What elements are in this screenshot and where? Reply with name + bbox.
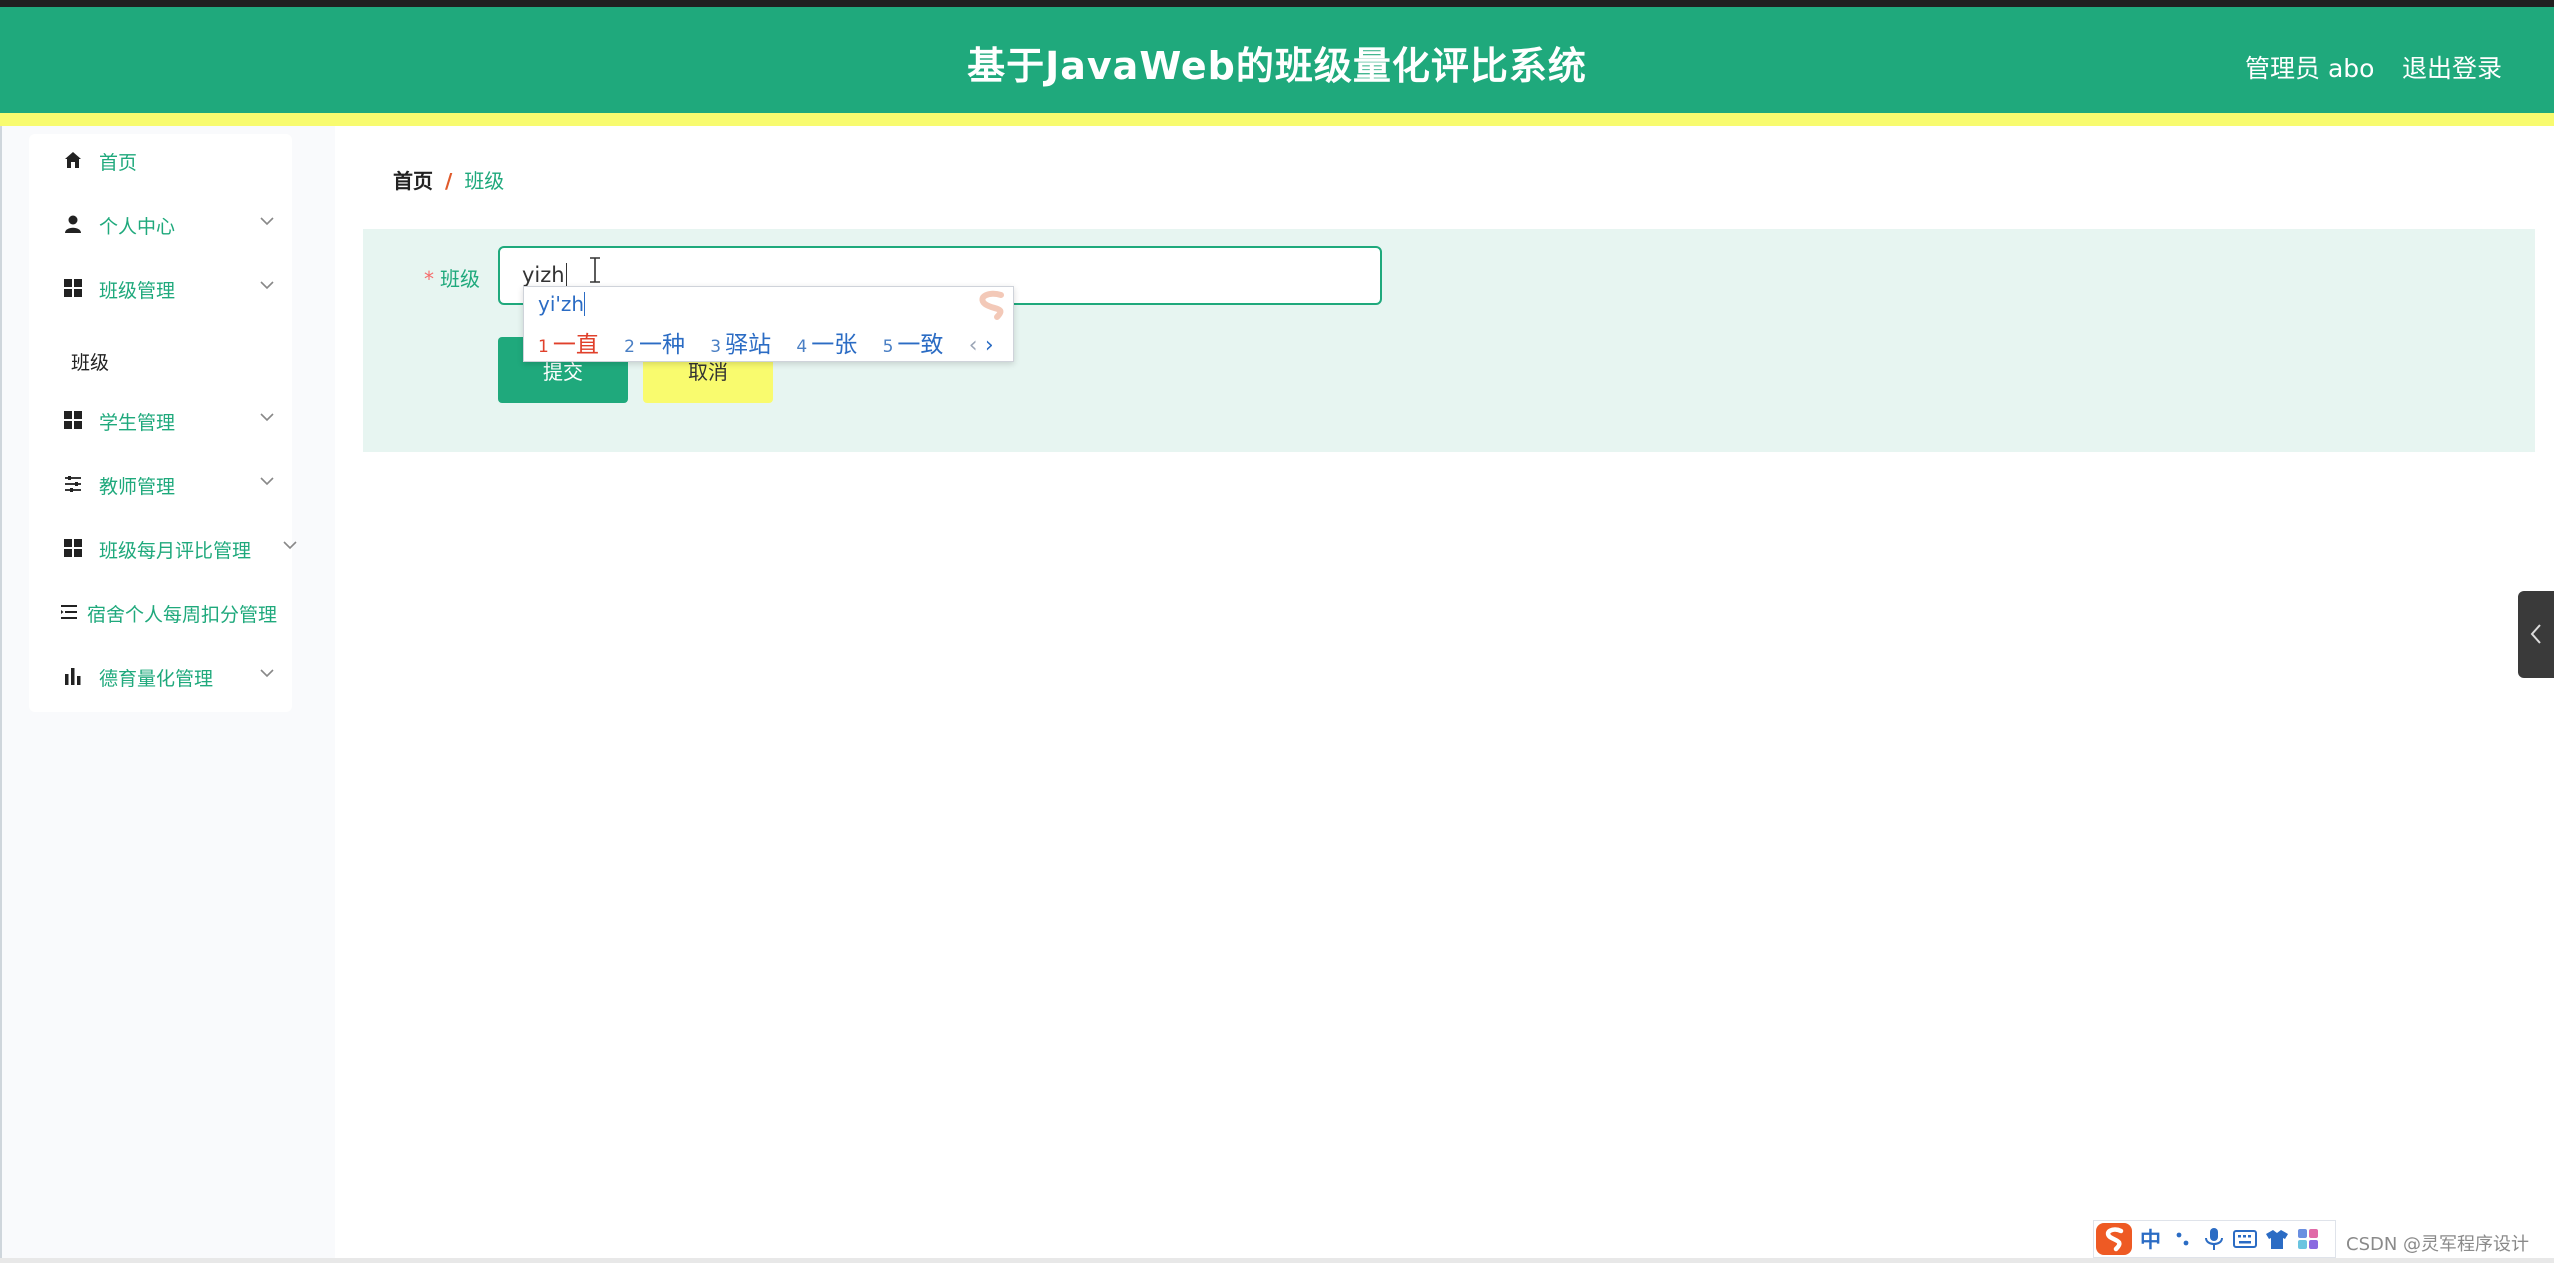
ime-status-toolbar: 中 [2093,1220,2336,1258]
required-mark: * [424,267,434,291]
sidebar-item-home[interactable]: 首页 [29,134,292,186]
sogou-watermark-icon [979,290,1004,320]
user-icon [65,215,81,233]
ime-caret [584,292,586,316]
csdn-watermark: CSDN @灵军程序设计 [2346,1234,2530,1255]
ime-candidate-list: 1 一直 2 一种 3 驿站 4 一张 5 一致 ‹ › [538,325,994,359]
sidebar-item-label: 宿舍个人每周扣分管理 [87,604,278,626]
window-top-strip [0,0,2554,7]
sidebar-item-teacher-management[interactable]: 教师管理 [29,458,292,510]
breadcrumb: 首页 / 班级 [393,165,504,194]
sidebar-item-label: 班级每月评比管理 [99,540,252,562]
sidebar-item-label: 德育量化管理 [99,668,214,690]
ime-candidate-text: 一致 [897,332,944,358]
ime-candidate-popup: yi'zh 1 一直 2 一种 3 驿站 4 一张 5 一致 ‹ › [523,286,1014,362]
sidebar-subitem-class[interactable]: 班级 [71,348,109,375]
sidebar-item-moral-quantification[interactable]: 德育量化管理 [29,650,292,702]
ime-mode-indicator[interactable]: 中 [2140,1224,2161,1254]
sidebar: 首页 个人中心 班级管理 班级 学生管理 教师管理 班级每月评比管理 宿舍个人每… [0,126,335,1263]
ime-candidate-number: 5 [882,337,894,357]
sidebar-item-label: 个人中心 [99,216,176,238]
ime-candidate-text: 一张 [811,332,858,358]
ime-pinyin-text: yi'zh [538,292,585,316]
ime-candidate-number: 2 [624,337,635,357]
ime-candidate-text: 驿站 [725,332,772,358]
class-input-value: yizh [522,263,565,287]
grid-icon [64,539,82,557]
ime-candidate-text: 一种 [638,332,685,358]
sidebar-item-dorm-deduction[interactable]: 宿舍个人每周扣分管理 [29,586,292,638]
ime-pinyin: yi'zh [538,292,586,316]
ime-candidate-3[interactable]: 3 驿站 [710,332,771,358]
ime-candidate-1[interactable]: 1 一直 [538,332,599,358]
sidebar-item-label: 班级管理 [99,280,176,302]
sidebar-item-label: 教师管理 [99,476,176,498]
chevron-down-icon [260,477,274,486]
sidebar-item-label: 首页 [99,152,138,174]
text-caret [565,263,567,287]
class-field-label-text: 班级 [440,267,480,291]
grid-icon [64,279,82,297]
chevron-left-icon [2530,624,2541,644]
chevron-down-icon [283,541,297,550]
breadcrumb-home[interactable]: 首页 [393,169,433,193]
current-user-label: 管理员 abo [2245,54,2375,83]
sidebar-item-monthly-evaluation[interactable]: 班级每月评比管理 [29,522,297,574]
chevron-down-icon [260,669,274,678]
home-icon [65,152,81,168]
sliders-icon [65,476,81,492]
class-field-label: * 班级 [424,263,480,292]
ime-candidate-text: 一直 [552,332,599,358]
ime-candidate-2[interactable]: 2 一种 [624,332,685,358]
toolbox-grid-icon[interactable] [2297,1228,2319,1250]
bottom-strip [0,1258,2554,1263]
ime-prev-page-icon[interactable]: ‹ [969,333,978,358]
grid-icon [64,411,82,429]
chevron-down-icon [260,281,274,290]
header-accent-bar [0,113,2554,126]
microphone-icon[interactable] [2203,1226,2225,1252]
sidebar-item-student-management[interactable]: 学生管理 [29,394,292,446]
breadcrumb-separator: / [445,169,453,193]
list-icon [61,605,77,619]
side-panel-toggle[interactable] [2518,591,2554,678]
breadcrumb-current: 班级 [464,169,505,193]
chevron-down-icon [260,217,274,226]
ime-candidate-number: 3 [710,337,722,357]
ime-candidate-number: 1 [538,337,549,357]
app-title: 基于JavaWeb的班级量化评比系统 [967,44,1587,88]
ime-candidate-number: 4 [796,337,808,357]
sidebar-item-class-management[interactable]: 班级管理 [29,262,292,314]
ime-next-page-icon[interactable]: › [985,333,994,358]
chevron-down-icon [260,413,274,422]
text-cursor-icon [590,257,600,283]
sidebar-item-profile[interactable]: 个人中心 [29,198,292,250]
bar-chart-icon [65,668,81,685]
ime-candidate-4[interactable]: 4 一张 [796,332,857,358]
ime-candidate-5[interactable]: 5 一致 [883,332,944,358]
punctuation-icon[interactable] [2173,1227,2195,1251]
app-header: 基于JavaWeb的班级量化评比系统 管理员 abo 退出登录 [0,7,2554,113]
keyboard-icon[interactable] [2233,1229,2257,1249]
sidebar-item-label: 学生管理 [99,412,176,434]
sogou-logo-icon[interactable] [2094,1221,2134,1257]
skin-shirt-icon[interactable] [2265,1228,2289,1250]
logout-button[interactable]: 退出登录 [2402,49,2502,85]
sidebar-menu-card-bottom: 学生管理 教师管理 班级每月评比管理 宿舍个人每周扣分管理 德育量化管理 [29,394,297,712]
